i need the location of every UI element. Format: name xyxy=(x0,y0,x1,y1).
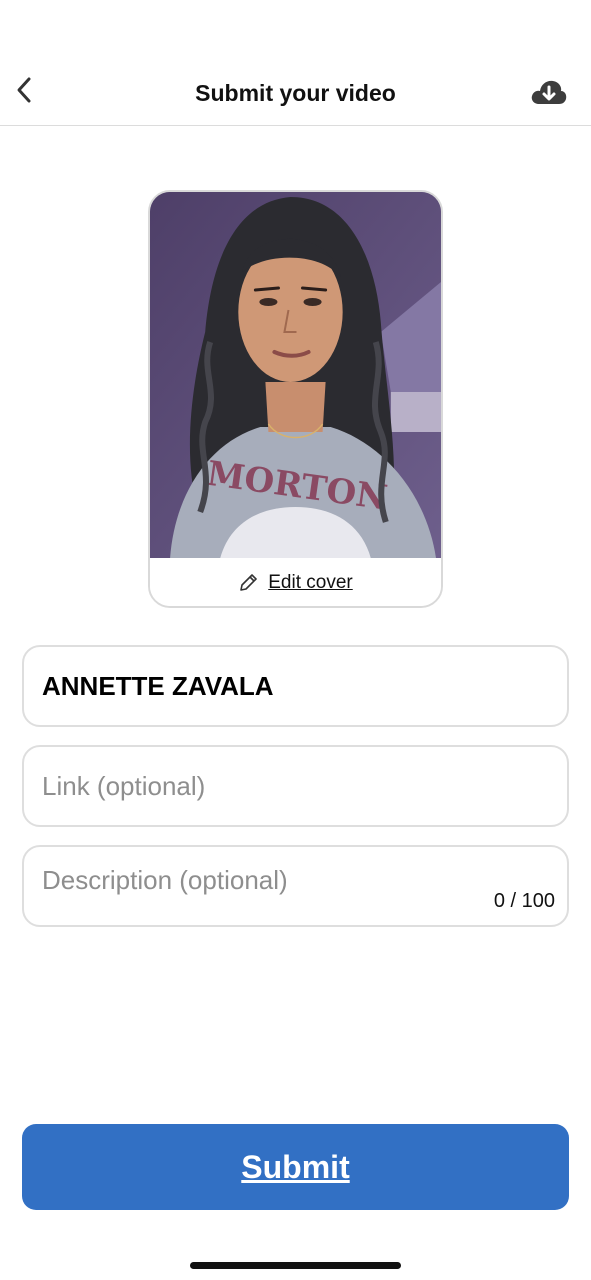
pencil-icon xyxy=(240,573,258,591)
cover-photo: MORTON xyxy=(150,192,441,558)
link-input[interactable] xyxy=(42,747,542,825)
submit-button[interactable]: Submit xyxy=(22,1124,569,1210)
link-field[interactable] xyxy=(22,745,569,827)
name-input[interactable] xyxy=(42,647,542,725)
name-field[interactable] xyxy=(22,645,569,727)
edit-cover-label: Edit cover xyxy=(268,571,353,593)
top-bar: Submit your video xyxy=(0,60,591,126)
description-char-counter: 0 / 100 xyxy=(493,890,555,912)
cloud-download-icon xyxy=(531,80,567,104)
video-cover-thumbnail[interactable]: MORTON xyxy=(150,192,441,558)
page-title: Submit your video xyxy=(195,80,396,106)
submit-video-screen: Submit your video MORTON Edit cover ANNE… xyxy=(0,0,591,1280)
home-indicator[interactable] xyxy=(190,1262,401,1269)
description-input[interactable] xyxy=(42,841,542,919)
video-cover-card: MORTON Edit cover xyxy=(148,190,443,608)
edit-cover-button[interactable]: Edit cover xyxy=(150,558,441,606)
description-field[interactable]: 0 / 100 xyxy=(22,841,569,927)
download-button[interactable] xyxy=(529,76,569,108)
submit-label: Submit xyxy=(241,1148,350,1185)
